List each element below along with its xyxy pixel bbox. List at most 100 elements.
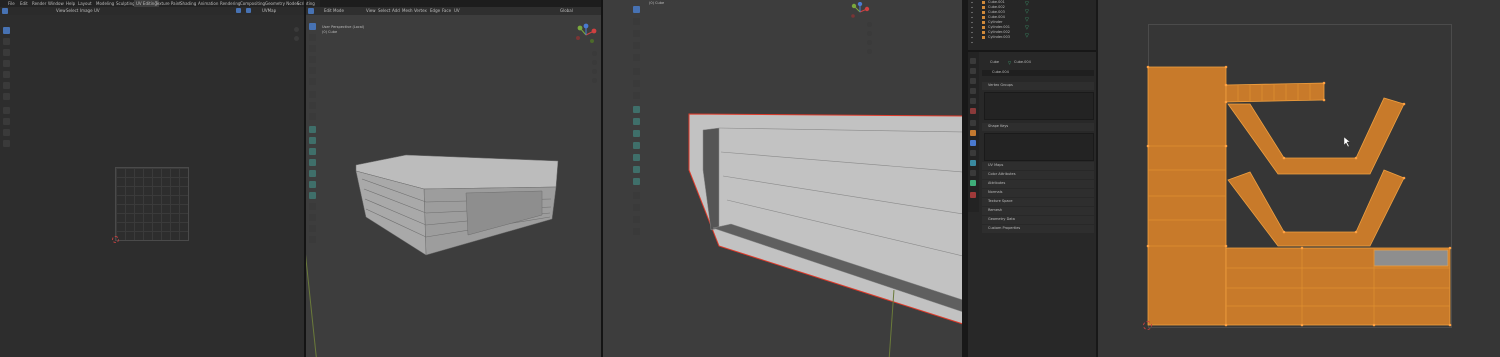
vp-menu-uv[interactable]: UV: [454, 8, 460, 13]
physics-tab-icon[interactable]: [970, 160, 976, 166]
annotate-tool-icon[interactable]: [309, 91, 316, 98]
color-attributes-header[interactable]: Color Attributes: [982, 171, 1094, 179]
loop-cut-tool-icon[interactable]: [309, 159, 316, 166]
uv-menu-view[interactable]: View: [56, 8, 66, 13]
cursor-tool-icon[interactable]: [309, 34, 316, 41]
navigation-gizmo[interactable]: [574, 23, 598, 47]
uv-menu-uv[interactable]: UV: [94, 8, 100, 13]
edge-slide-tool-icon[interactable]: [633, 204, 640, 211]
relax-tool-icon[interactable]: [3, 129, 10, 136]
editor-type-icon[interactable]: [308, 8, 314, 14]
move-tool-icon[interactable]: [3, 60, 10, 67]
mode-dropdown[interactable]: Edit Mode: [324, 8, 344, 13]
camera-icon[interactable]: [867, 40, 872, 45]
extrude-tool-icon[interactable]: [633, 106, 640, 113]
select-tool-icon[interactable]: [633, 6, 640, 13]
shear-tool-icon[interactable]: [633, 228, 640, 235]
vp-menu-select[interactable]: Select: [378, 8, 390, 13]
extrude-tool-icon[interactable]: [309, 126, 316, 133]
remesh-header[interactable]: Remesh: [982, 207, 1094, 215]
rotate-tool-icon[interactable]: [633, 42, 640, 49]
knife-tool-icon[interactable]: [633, 154, 640, 161]
2d-cursor-icon[interactable]: [1143, 321, 1152, 330]
menu-render[interactable]: Render: [32, 1, 46, 6]
render-tab-icon[interactable]: [970, 68, 976, 74]
pinch-tool-icon[interactable]: [3, 140, 10, 147]
tab-texture-paint[interactable]: Texture Paint: [155, 1, 181, 6]
cursor-tool-icon[interactable]: [633, 18, 640, 25]
scale-tool-icon[interactable]: [3, 82, 10, 89]
vertex-groups-list[interactable]: [984, 92, 1094, 120]
tool-tab-icon[interactable]: [970, 58, 976, 64]
knife-tool-icon[interactable]: [309, 170, 316, 177]
scene-tab-icon[interactable]: [970, 98, 976, 104]
measure-tool-icon[interactable]: [633, 80, 640, 87]
pan-icon[interactable]: [294, 36, 299, 41]
tab-modeling[interactable]: Modeling: [96, 1, 114, 6]
inset-tool-icon[interactable]: [633, 118, 640, 125]
vp-menu-vertex[interactable]: Vertex: [414, 8, 427, 13]
vp-menu-view[interactable]: View: [366, 8, 376, 13]
tab-layout[interactable]: Layout: [78, 1, 92, 6]
transform-tool-icon[interactable]: [3, 93, 10, 100]
uvmap-field[interactable]: UVMap: [262, 8, 276, 13]
scale-tool-icon[interactable]: [633, 54, 640, 61]
move-tool-icon[interactable]: [309, 45, 316, 52]
tab-compositing[interactable]: Compositing: [240, 1, 265, 6]
shrink-tool-icon[interactable]: [309, 225, 316, 232]
tweak-tool-icon[interactable]: [3, 27, 10, 34]
normals-header[interactable]: Normals: [982, 189, 1094, 197]
smooth-tool-icon[interactable]: [309, 203, 316, 210]
tab-rendering[interactable]: Rendering: [220, 1, 240, 6]
vp-menu-mesh[interactable]: Mesh: [402, 8, 413, 13]
zoom-icon[interactable]: [294, 27, 299, 32]
transform-tool-icon[interactable]: [309, 78, 316, 85]
tab-shading[interactable]: Shading: [180, 1, 196, 6]
uv-sync-toggle[interactable]: [236, 8, 241, 13]
attributes-header[interactable]: Attributes: [982, 180, 1094, 188]
scale-tool-icon[interactable]: [309, 67, 316, 74]
menu-file[interactable]: File: [8, 1, 15, 6]
transform-orientation[interactable]: Global: [560, 8, 573, 13]
vp-menu-add[interactable]: Add: [392, 8, 400, 13]
spin-tool-icon[interactable]: [633, 178, 640, 185]
menu-edit[interactable]: Edit: [20, 1, 28, 6]
vp-menu-face[interactable]: Face: [442, 8, 451, 13]
uv-menu-image[interactable]: Image: [80, 8, 93, 13]
rotate-tool-icon[interactable]: [3, 71, 10, 78]
add-cube-tool-icon[interactable]: [309, 113, 316, 120]
bevel-tool-icon[interactable]: [309, 148, 316, 155]
data-tab-icon[interactable]: [970, 180, 976, 186]
shrink-tool-icon[interactable]: [633, 216, 640, 223]
custom-properties-header[interactable]: Custom Properties: [982, 225, 1094, 233]
poly-build-tool-icon[interactable]: [633, 166, 640, 173]
shape-keys-list[interactable]: [984, 133, 1094, 161]
annotate-tool-icon[interactable]: [633, 68, 640, 75]
ortho-toggle-icon[interactable]: [592, 78, 597, 83]
geometry-data-header[interactable]: Geometry Data: [982, 216, 1094, 224]
annotate-tool-icon[interactable]: [3, 107, 10, 114]
vp-menu-edge[interactable]: Edge: [430, 8, 440, 13]
output-tab-icon[interactable]: [970, 78, 976, 84]
constraints-tab-icon[interactable]: [970, 170, 976, 176]
world-tab-icon[interactable]: [970, 108, 976, 114]
rotate-tool-icon[interactable]: [309, 56, 316, 63]
cursor-tool-icon[interactable]: [3, 49, 10, 56]
vertex-groups-header[interactable]: Vertex Groups: [982, 82, 1094, 90]
bevel-tool-icon[interactable]: [633, 130, 640, 137]
object-tab-icon[interactable]: [970, 130, 976, 136]
zoom-icon[interactable]: [867, 22, 872, 27]
editor-type-icon[interactable]: [2, 8, 8, 14]
tab-animation[interactable]: Animation: [198, 1, 218, 6]
uv-select-mode[interactable]: [246, 8, 251, 13]
shape-keys-header[interactable]: Shape Keys: [982, 123, 1094, 131]
inset-tool-icon[interactable]: [309, 137, 316, 144]
pan-icon[interactable]: [592, 60, 597, 65]
modifier-tab-icon[interactable]: [970, 140, 976, 146]
move-tool-icon[interactable]: [633, 30, 640, 37]
poly-build-tool-icon[interactable]: [309, 181, 316, 188]
camera-icon[interactable]: [592, 69, 597, 74]
tab-geometry-nodes[interactable]: Geometry Nodes: [265, 1, 299, 6]
add-cube-tool-icon[interactable]: [633, 92, 640, 99]
loop-cut-tool-icon[interactable]: [633, 142, 640, 149]
